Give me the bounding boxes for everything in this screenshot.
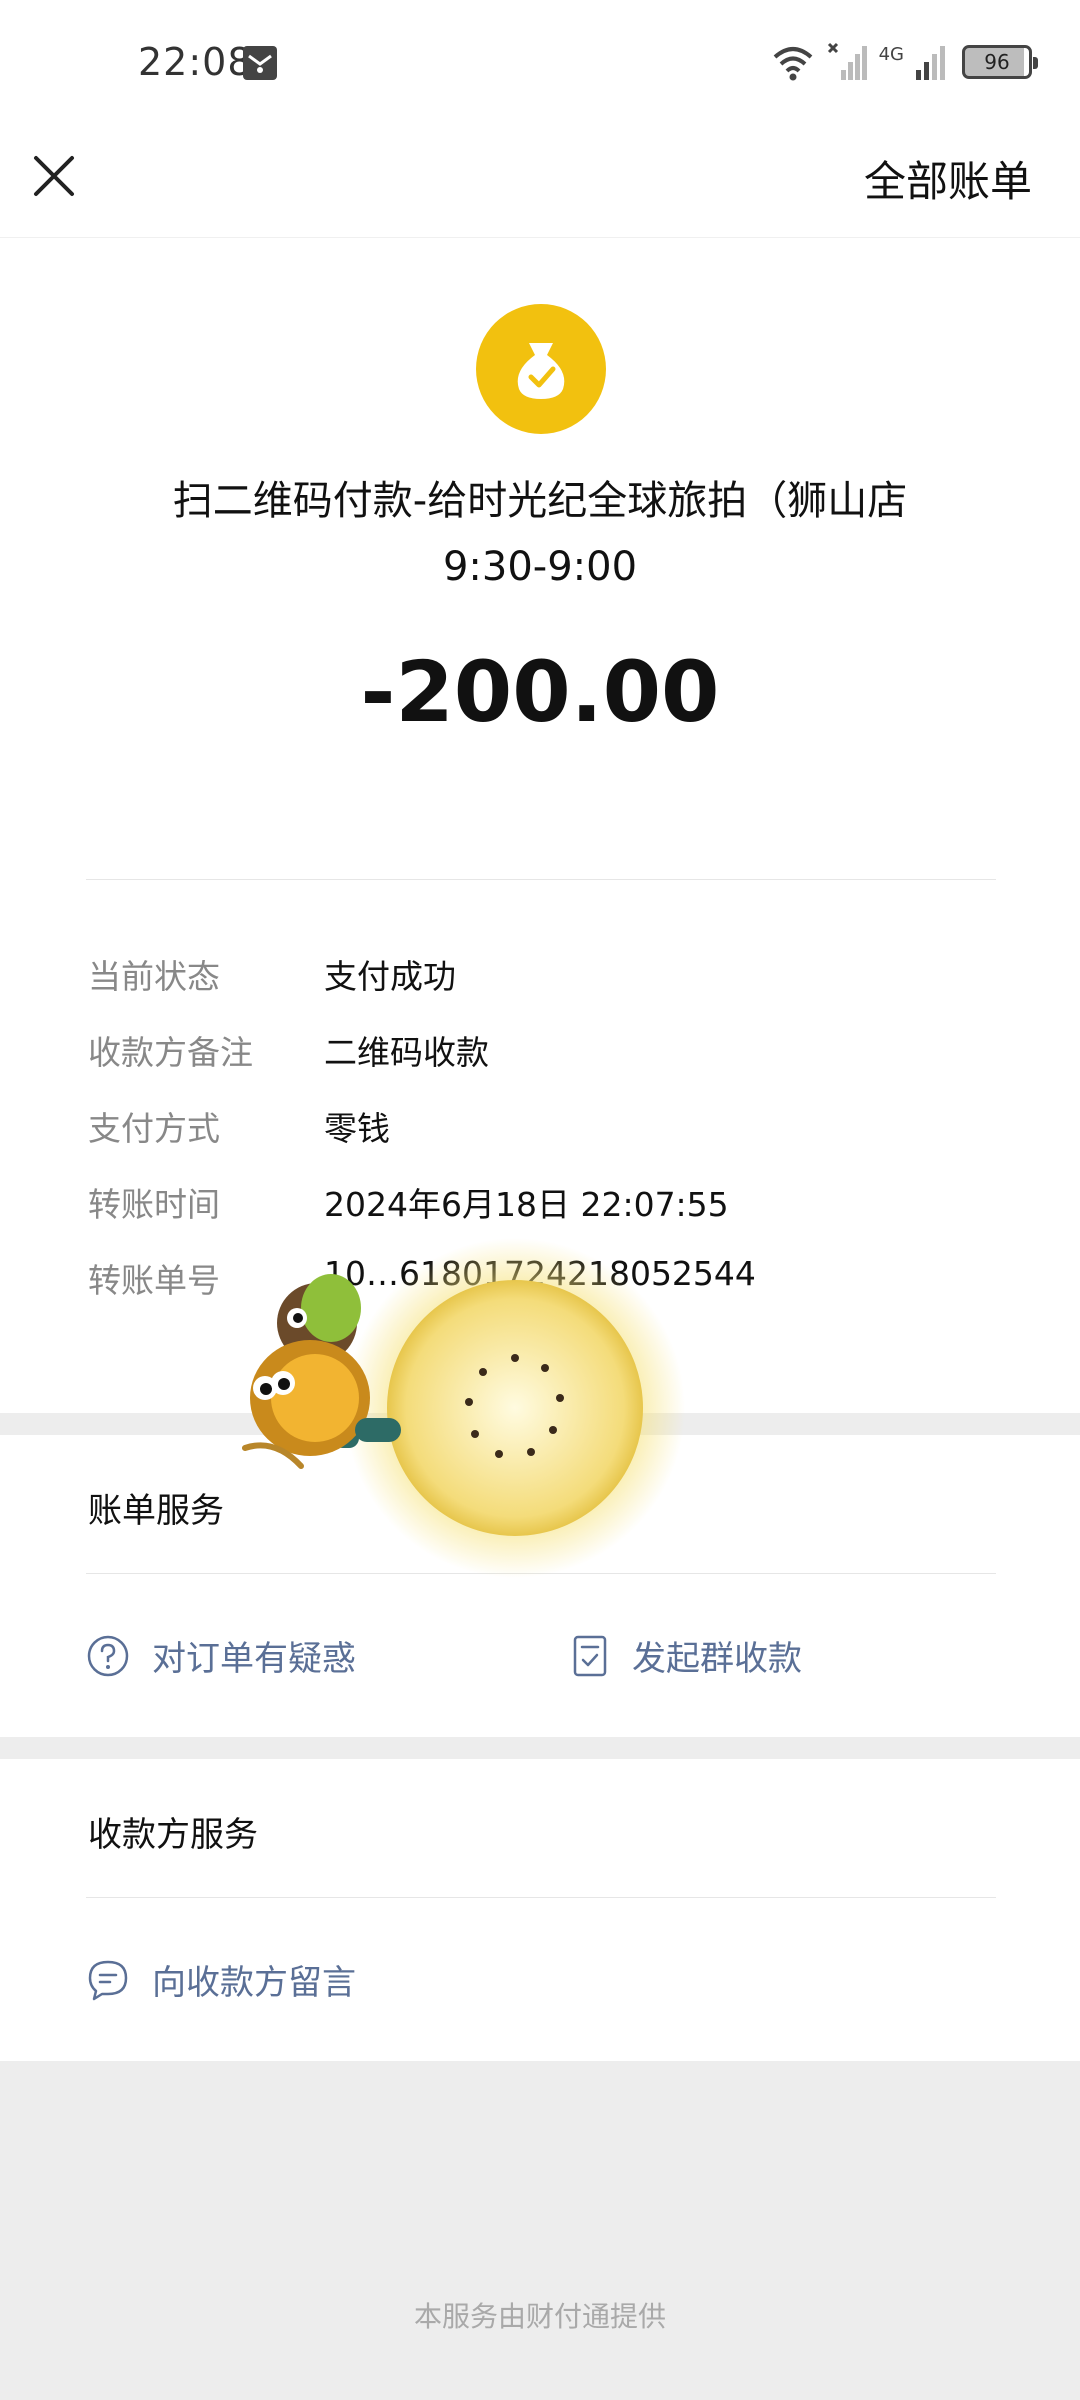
- bill-service-section: 账单服务 对订单有疑惑 发起群收款: [0, 1435, 1080, 1737]
- detail-value: 2024年6月18日 22:07:55: [324, 1185, 729, 1224]
- signal-sim2-icon: [916, 46, 945, 80]
- section-title: 账单服务: [88, 1491, 224, 1531]
- section-gap: [0, 1737, 1080, 1759]
- detail-row-status: 当前状态 支付成功: [88, 950, 1008, 1010]
- close-icon[interactable]: [28, 150, 80, 202]
- leave-message-button[interactable]: 向收款方留言: [86, 1955, 356, 2004]
- merchant-name: 扫二维码付款-给时光纪全球旅拍（狮山店 9:30-9:00: [80, 468, 1000, 600]
- chat-bubble-icon: [88, 1960, 128, 2000]
- battery-icon: 96: [962, 45, 1038, 79]
- detail-label: 收款方备注: [88, 1033, 253, 1072]
- action-label: 发起群收款: [632, 1639, 802, 1679]
- detail-value[interactable]: 10…61801724218052544: [324, 1254, 756, 1293]
- divider: [86, 1897, 996, 1898]
- divider: [86, 1573, 996, 1574]
- detail-row-payee-note: 收款方备注 二维码收款: [88, 1026, 1008, 1086]
- group-collect-button[interactable]: 发起群收款: [570, 1631, 802, 1680]
- detail-row-method: 支付方式 零钱: [88, 1102, 1008, 1162]
- detail-label: 转账时间: [88, 1185, 220, 1224]
- merchant-line-2: 9:30-9:00: [442, 544, 638, 590]
- payee-service-section: 收款方服务 向收款方留言: [0, 1759, 1080, 2061]
- status-bar: 22:08 4G 96: [0, 0, 1080, 128]
- detail-label: 当前状态: [88, 957, 220, 996]
- question-circle-icon: [87, 1635, 129, 1676]
- footer-provider-text: 本服务由财付通提供: [413, 2300, 666, 2333]
- divider: [86, 879, 996, 880]
- order-question-button[interactable]: 对订单有疑惑: [86, 1631, 356, 1680]
- nav-bar: 全部账单: [0, 128, 1080, 238]
- merchant-line-1: 扫二维码付款-给时光纪全球旅拍（狮山店: [172, 478, 908, 524]
- payment-amount: -200.00: [360, 643, 720, 741]
- signal-sim1-icon: [827, 42, 867, 80]
- detail-value: 支付成功: [324, 957, 456, 996]
- status-time: 22:08: [138, 40, 253, 84]
- all-bills-link[interactable]: 全部账单: [864, 148, 1032, 209]
- section-gap: [0, 1413, 1080, 1435]
- network-type: 4G: [878, 43, 904, 65]
- battery-level: 96: [984, 50, 1010, 74]
- section-title: 收款方服务: [88, 1815, 258, 1855]
- detail-label: 支付方式: [88, 1109, 220, 1148]
- action-label: 向收款方留言: [152, 1963, 356, 2003]
- wifi-icon: [773, 47, 812, 81]
- detail-label: 转账单号: [88, 1261, 220, 1300]
- status-indicators: 4G 96: [771, 40, 1038, 84]
- message-notification-icon: [243, 46, 277, 80]
- action-label: 对订单有疑惑: [152, 1639, 356, 1679]
- document-check-icon: [573, 1635, 607, 1676]
- detail-value: 二维码收款: [324, 1033, 489, 1072]
- detail-row-transaction-id: 转账单号 10…61801724218052544: [88, 1254, 1008, 1314]
- payment-detail-card: 扫二维码付款-给时光纪全球旅拍（狮山店 9:30-9:00 -200.00 当前…: [0, 238, 1080, 1413]
- detail-value: 零钱: [324, 1109, 390, 1148]
- detail-row-time: 转账时间 2024年6月18日 22:07:55: [88, 1178, 1008, 1238]
- money-bag-icon: [476, 304, 606, 434]
